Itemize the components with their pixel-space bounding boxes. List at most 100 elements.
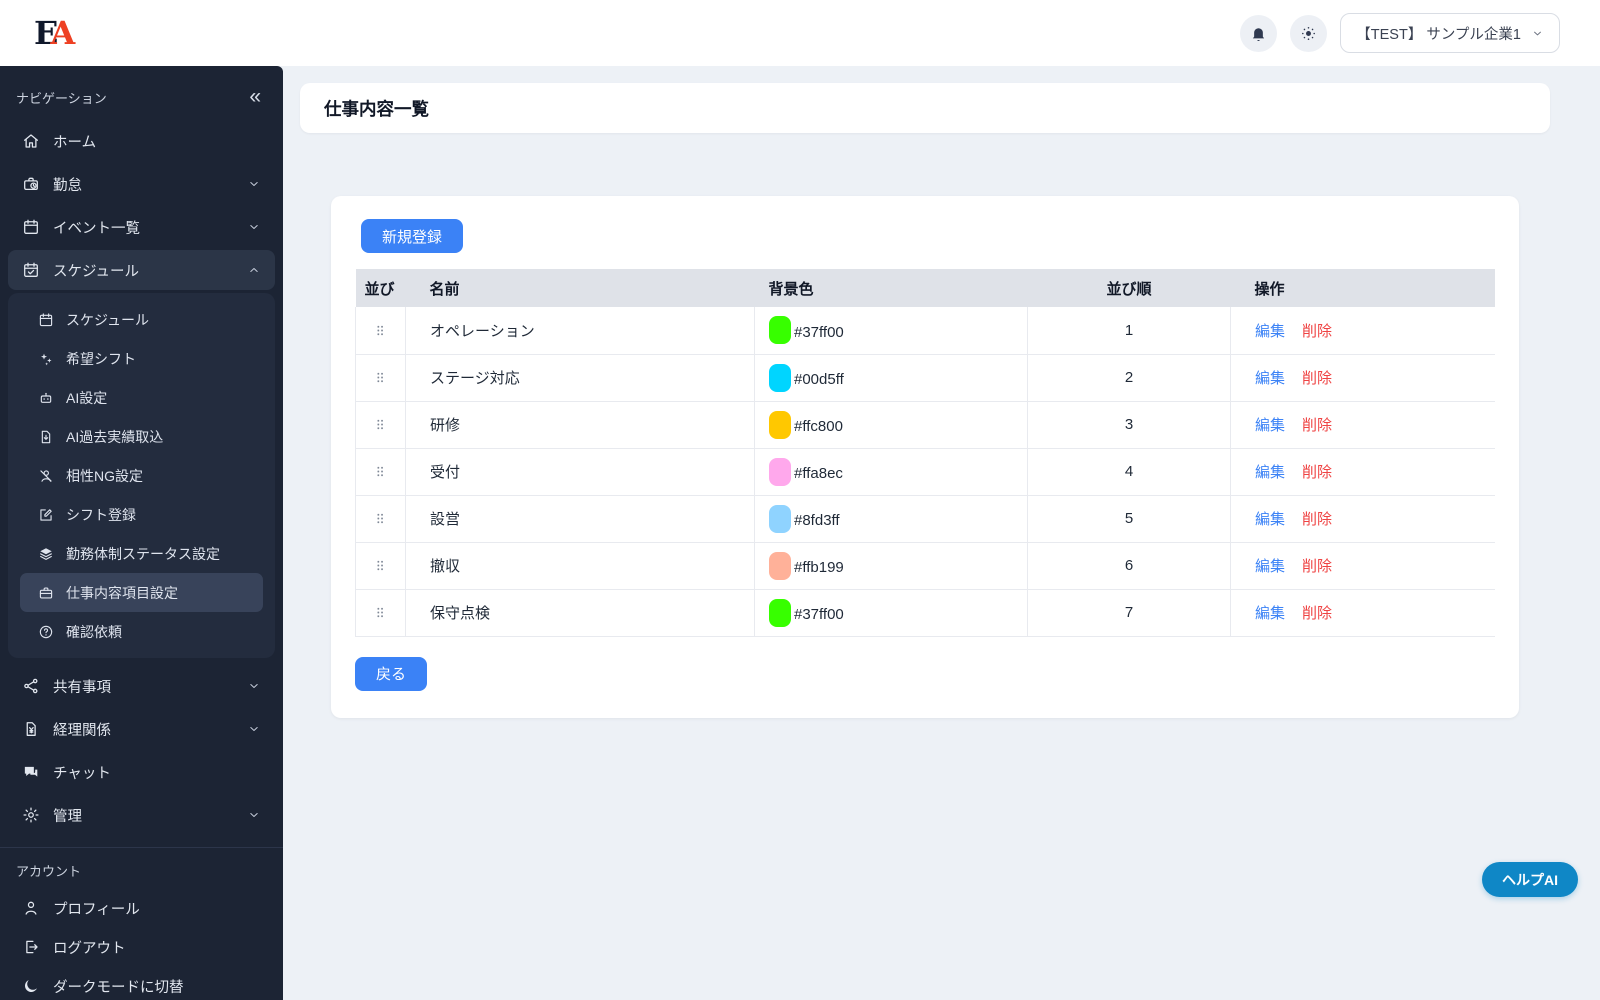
column-header-sort-handle: 並び (355, 269, 406, 307)
chevron-down-icon (250, 684, 258, 688)
edit-link[interactable]: 編集 (1255, 511, 1285, 528)
notifications-button[interactable] (1240, 14, 1278, 52)
sidebar-item-1[interactable]: 勤怠 (8, 164, 275, 204)
color-swatch (769, 457, 791, 486)
sidebar-header-label: ナビゲーション (16, 91, 107, 106)
theme-toggle-button[interactable] (1290, 14, 1328, 52)
table-row: 保守点検 #37ff00 7 編集 削除 (355, 589, 1495, 637)
drag-handle[interactable] (355, 589, 406, 637)
table-row: 受付 #ffa8ec 4 編集 削除 (355, 448, 1495, 496)
chevron-up-wrap (247, 263, 261, 277)
briefcase-clock-icon (24, 177, 38, 191)
sidebar-item-label: スケジュール (53, 263, 139, 280)
delete-link[interactable]: 削除 (1302, 605, 1332, 622)
main-content: 仕事内容一覧 新規登録 並び 名前 背景色 並び順 操作 オペレーション #37f… (283, 66, 1600, 1000)
sort-order-cell: 7 (1027, 589, 1231, 637)
sidebar-subitem-5[interactable]: シフト登録 (20, 495, 263, 534)
sidebar-item-6[interactable]: チャット (8, 752, 275, 792)
sidebar-item-label: 経理関係 (53, 722, 111, 739)
delete-link[interactable]: 削除 (1302, 464, 1332, 481)
account-item-0[interactable]: プロフィール (8, 889, 275, 927)
grip-icon (377, 607, 383, 618)
sidebar-item-7[interactable]: 管理 (8, 795, 275, 835)
delete-link[interactable]: 削除 (1302, 417, 1332, 434)
chevron-down-icon (250, 727, 258, 731)
edit-link[interactable]: 編集 (1255, 370, 1285, 387)
delete-link[interactable]: 削除 (1302, 323, 1332, 340)
delete-link[interactable]: 削除 (1302, 558, 1332, 575)
company-selector[interactable]: 【TEST】 サンプル企業1 (1340, 13, 1560, 53)
sidebar-item-4[interactable]: 共有事項 (8, 666, 275, 706)
bell-icon (1253, 27, 1265, 41)
actions-cell: 編集 削除 (1230, 495, 1495, 543)
edit-link[interactable]: 編集 (1255, 417, 1285, 434)
delete-link[interactable]: 削除 (1302, 511, 1332, 528)
account-item-label: ログアウト (53, 940, 126, 957)
sidebar-subitem-label: AI設定 (66, 389, 108, 406)
bell-icon (1249, 24, 1268, 43)
job-name-cell: 受付 (405, 448, 755, 496)
sort-order-cell: 1 (1027, 307, 1231, 355)
job-color-cell: #00d5ff (754, 354, 1028, 402)
sidebar-subitem-0[interactable]: スケジュール (20, 300, 263, 339)
table-header: 並び 名前 背景色 並び順 操作 (355, 269, 1495, 307)
table-row: 設営 #8fd3ff 5 編集 削除 (355, 495, 1495, 543)
briefcase-icon (39, 587, 53, 598)
sidebar: ナビゲーション « ホーム 勤怠 イベント一覧 スケジュール スケジュール 希望シフト AI… (0, 66, 283, 1000)
sidebar-subitem-8[interactable]: 確認依頼 (20, 612, 263, 651)
sidebar-subitem-6[interactable]: 勤務体制ステータス設定 (20, 534, 263, 573)
account-item-1[interactable]: ログアウト (8, 928, 275, 966)
drag-handle[interactable] (355, 495, 406, 543)
sidebar-subitem-2[interactable]: AI設定 (20, 378, 263, 417)
sidebar-item-2[interactable]: イベント一覧 (8, 207, 275, 247)
sidebar-item-label: 共有事項 (53, 679, 111, 696)
help-ai-button[interactable]: ヘルプAI (1482, 862, 1578, 897)
pen-square-icon (40, 508, 52, 521)
logo: EA (34, 17, 75, 49)
edit-link[interactable]: 編集 (1255, 464, 1285, 481)
sort-order-cell: 3 (1027, 401, 1231, 449)
sidebar-item-label: 勤怠 (53, 177, 82, 194)
sidebar-subitem-4[interactable]: 相性NG設定 (20, 456, 263, 495)
sidebar-item-3[interactable]: スケジュール (8, 250, 275, 290)
job-name-cell: 撤収 (405, 542, 755, 590)
actions-cell: 編集 削除 (1230, 542, 1495, 590)
sidebar-subitem-label: スケジュール (66, 311, 150, 328)
drag-handle[interactable] (355, 354, 406, 402)
delete-link[interactable]: 削除 (1302, 370, 1332, 387)
sidebar-item-0[interactable]: ホーム (8, 121, 275, 161)
actions-cell: 編集 削除 (1230, 448, 1495, 496)
page-title-card: 仕事内容一覧 (300, 83, 1550, 133)
sidebar-subitem-1[interactable]: 希望シフト (20, 339, 263, 378)
edit-link[interactable]: 編集 (1255, 558, 1285, 575)
back-button[interactable]: 戻る (355, 656, 428, 691)
chevron-down-icon (250, 813, 258, 817)
drag-handle[interactable] (355, 307, 406, 355)
color-hex-value: #ffa8ec (794, 465, 843, 482)
sidebar-subitem-7[interactable]: 仕事内容項目設定 (20, 573, 263, 612)
drag-handle[interactable] (355, 542, 406, 590)
edit-link[interactable]: 編集 (1255, 323, 1285, 340)
account-item-label: ダークモードに切替 (53, 979, 184, 996)
company-selector-label: 【TEST】 サンプル企業1 (1356, 26, 1521, 43)
edit-link[interactable]: 編集 (1255, 605, 1285, 622)
drag-handle[interactable] (355, 401, 406, 449)
account-section-label: アカウント (16, 864, 82, 879)
sidebar-subitem-label: 相性NG設定 (66, 467, 143, 484)
table-row: ステージ対応 #00d5ff 2 編集 削除 (355, 354, 1495, 402)
job-name-cell: 設営 (405, 495, 755, 543)
file-import-icon (41, 430, 51, 443)
topbar-actions: 【TEST】 サンプル企業1 (1240, 13, 1560, 53)
sidebar-item-5[interactable]: 経理関係 (8, 709, 275, 749)
logout-icon (26, 940, 38, 954)
sidebar-subitem-3[interactable]: AI過去実績取込 (20, 417, 263, 456)
table-row: 撤収 #ffb199 6 編集 削除 (355, 542, 1495, 590)
sun-icon (1299, 24, 1318, 43)
sidebar-collapse-button[interactable]: « (249, 86, 261, 107)
new-registration-button[interactable]: 新規登録 (361, 219, 464, 253)
user-slash-icon (40, 469, 52, 482)
file-yen-icon (26, 722, 36, 736)
drag-handle[interactable] (355, 448, 406, 496)
calendar-icon (24, 219, 38, 234)
account-item-2[interactable]: ダークモードに切替 (8, 967, 275, 1000)
